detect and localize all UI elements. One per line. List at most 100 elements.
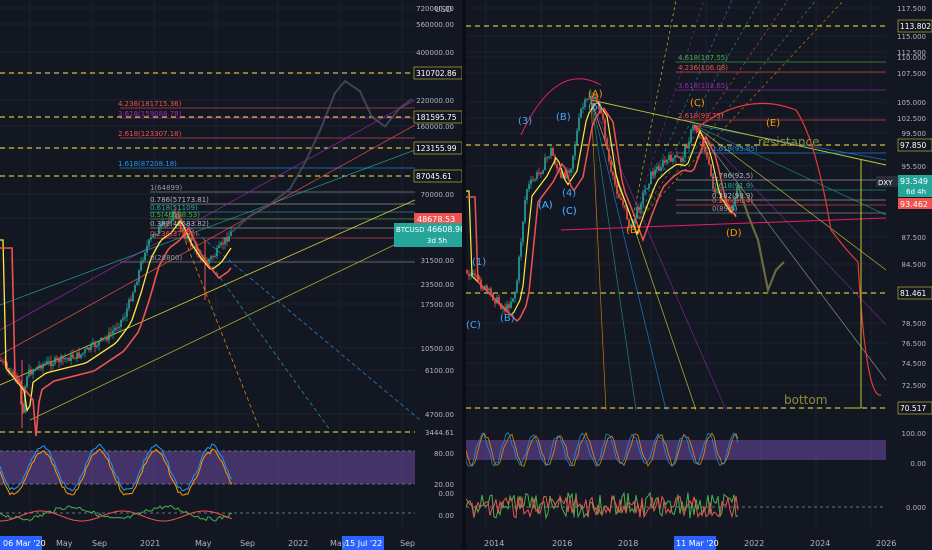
support-line — [560, 217, 887, 231]
candle-body — [672, 158, 674, 162]
candle-body — [66, 358, 68, 360]
candle-body — [102, 337, 104, 339]
candle-body — [578, 117, 580, 131]
candle-body — [80, 354, 82, 358]
candle-body — [582, 107, 584, 109]
candle-body — [130, 299, 132, 301]
candle-body — [708, 157, 710, 165]
candle-body — [646, 188, 648, 190]
candle-body — [126, 308, 128, 318]
wave-label: (3) — [518, 116, 532, 127]
candle-body — [92, 342, 94, 345]
candle-body — [532, 179, 534, 181]
wave-label: (1) — [472, 257, 486, 268]
candle-body — [706, 151, 708, 158]
candle-body — [614, 175, 616, 185]
time-tick-label: 2018 — [618, 539, 638, 548]
candle-body — [534, 179, 536, 181]
candle-body — [96, 345, 98, 347]
price-text: 46608.90 — [427, 225, 462, 234]
candle-body — [602, 113, 604, 120]
candle-body — [90, 344, 92, 350]
dxy-chart-pane[interactable]: 4.618(107.55) 4.236(106.08) 3.618(103.65) 2… — [466, 0, 932, 550]
candle-body — [94, 342, 96, 347]
level-label: 87045.61 — [416, 172, 452, 181]
time-tick-label: May — [56, 539, 73, 548]
candle-body — [674, 155, 676, 159]
candle-body — [638, 207, 640, 210]
price-tick-label: 84.500 — [902, 261, 927, 269]
candle-body — [508, 304, 510, 308]
candle-body — [670, 155, 672, 162]
candle-body — [70, 354, 72, 361]
macd-tick-label: 0.000 — [906, 504, 926, 512]
time-tick-label: 2024 — [810, 539, 830, 548]
candle-body — [542, 170, 544, 174]
wave-label: (5) — [588, 102, 602, 113]
candle-body — [218, 245, 220, 249]
trend-line — [693, 124, 887, 381]
candle-body — [226, 237, 228, 242]
btc-chart-canvas[interactable]: 4.236(181715.36) 3.618(159088.78) 2.618(12… — [0, 0, 462, 550]
fib-label: 0.786(57173.81) — [150, 196, 209, 204]
candle-body — [658, 166, 660, 171]
candle-body — [0, 360, 2, 362]
candle-body — [208, 258, 210, 262]
price-axis[interactable]: 117.500115.000112.500110.000107.500105.0… — [897, 5, 926, 512]
candle-body — [214, 256, 216, 258]
wave-label: (4) — [562, 188, 576, 199]
price-axis[interactable]: USD 720000.00560000.00400000.00310000.00… — [416, 5, 454, 520]
candle-body — [584, 99, 586, 108]
candle-body — [106, 337, 108, 341]
candle-body — [128, 299, 130, 309]
candle-body — [666, 159, 668, 163]
dxy-chart-canvas[interactable]: 4.618(107.55) 4.236(106.08) 3.618(103.65) 2… — [466, 0, 932, 550]
candle-body — [540, 172, 542, 174]
candle-body — [482, 288, 484, 290]
time-tick-label: Sep — [400, 539, 415, 548]
wave-label: (B) — [500, 313, 515, 324]
candle-body — [656, 166, 658, 170]
candle-body — [28, 369, 30, 377]
candle-body — [526, 189, 528, 201]
candle-body — [212, 256, 214, 258]
fib-label: 1.618(95.85) — [712, 145, 758, 153]
candle-body — [40, 365, 42, 369]
candle-body — [82, 352, 84, 355]
time-tick-label: 2016 — [552, 539, 572, 548]
trend-line — [0, 124, 416, 356]
fib-label: 0.382(42583.82) — [150, 220, 209, 228]
projection-path — [231, 79, 413, 233]
candle-body — [32, 370, 34, 375]
wave-label: (A) — [588, 89, 603, 100]
candle-body — [2, 361, 4, 363]
fib-label: 0(28800) — [150, 254, 182, 262]
fib-labels-layer: 4.236(181715.36) 3.618(159088.78) 2.618(12… — [118, 100, 209, 262]
candle-body — [548, 156, 550, 158]
candle-body — [622, 200, 624, 206]
fib-label: 0.618(91.9) — [712, 182, 753, 190]
candle-body — [660, 167, 662, 171]
countdown-text: 3d 5h — [427, 237, 447, 245]
time-tick-label: 2022 — [744, 539, 764, 548]
time-axis[interactable]: 11 Mar '20 2014 2016 2018 2022 2024 2026 — [484, 536, 896, 550]
candle-body — [146, 245, 148, 253]
candle-body — [510, 301, 512, 308]
fib-label: 0.5(46598.53) — [150, 211, 200, 219]
candle-body — [54, 357, 56, 364]
candle-body — [684, 145, 686, 158]
candle-body — [522, 221, 524, 242]
candle-body — [642, 192, 644, 204]
btc-chart-pane[interactable]: 4.236(181715.36) 3.618(159088.78) 2.618(12… — [0, 0, 462, 550]
candle-body — [38, 365, 40, 367]
candle-body — [652, 171, 654, 176]
time-tick-label: Sep — [92, 539, 107, 548]
time-axis[interactable]: 06 Mar '20 15 Jul '22 May Sep 2021 May Sep 20… — [0, 536, 415, 550]
level-label: 97.850 — [900, 141, 926, 150]
moving-averages-layer — [0, 79, 413, 437]
level-label: 81.461 — [900, 289, 926, 298]
candle-body — [78, 352, 80, 358]
price-tick-label: 107.500 — [897, 70, 926, 78]
price-tick-label: 560000.00 — [416, 21, 454, 29]
wave-label: (C) — [690, 98, 705, 109]
